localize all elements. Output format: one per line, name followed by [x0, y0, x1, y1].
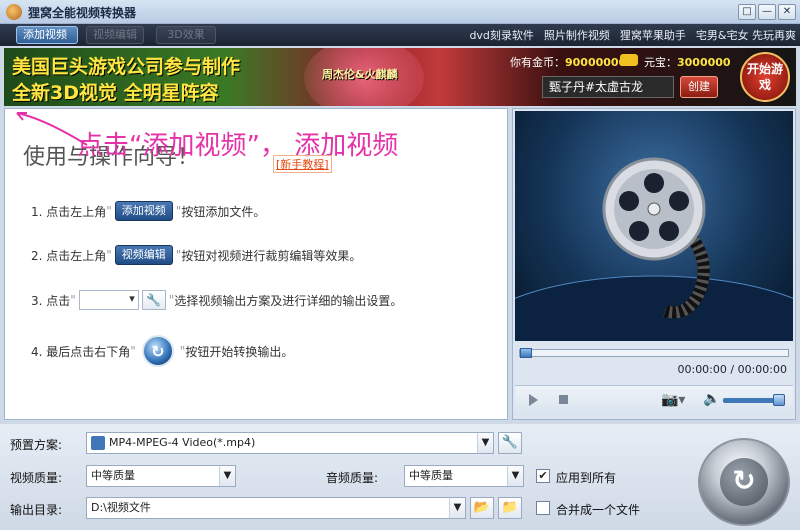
output-dir-value: D:\视频文件 — [91, 501, 151, 514]
guide-step-3: 3. 点击 " 🔧 " 选择视频输出方案及进行详细的输出设置。 — [31, 290, 402, 310]
output-dir-label: 输出目录: — [10, 503, 63, 517]
guide-panel: 使用与操作向导！ 点击“添加视频”， 添加视频 [新手教程] 1. 点击左上角 … — [4, 108, 508, 420]
preview-panel: 00:00:00 / 00:00:00 📷▾ 🔈 — [512, 108, 796, 420]
output-dir-field[interactable]: D:\视频文件 ▼ — [86, 497, 466, 519]
top-links: dvd刻录软件 照片制作视频 狸窝苹果助手 宅男&宅女 先玩再爽 — [469, 27, 796, 43]
step2-text-pre: 2. 点击左上角 — [31, 248, 107, 263]
video-quality-value: 中等质量 — [91, 469, 135, 482]
chevron-down-icon[interactable]: ▼ — [507, 466, 523, 486]
ad-yuanbao: 元宝：3000000 — [644, 54, 731, 70]
format-icon — [91, 436, 105, 450]
volume-icon[interactable]: 🔈 — [703, 391, 720, 407]
gold-label: 你有金币： — [510, 56, 565, 69]
stop-icon[interactable] — [559, 395, 568, 404]
character-name-field[interactable]: 甄子丹#太虚古龙 — [542, 76, 674, 98]
link-dvd-burn[interactable]: dvd刻录软件 — [469, 27, 533, 43]
add-video-button[interactable]: 添加视频 — [16, 26, 78, 44]
step1-text-post: 按钮添加文件。 — [181, 204, 266, 219]
audio-quality-select[interactable]: 中等质量 ▼ — [404, 465, 524, 487]
step3-settings-wrench-icon[interactable]: 🔧 — [141, 290, 166, 310]
step2-edit-video-button[interactable]: 视频编辑 — [114, 245, 173, 265]
link-game[interactable]: 宅男&宅女 先玩再爽 — [696, 27, 796, 43]
restore-button[interactable]: □ — [738, 4, 756, 20]
film-reel-icon — [515, 157, 793, 341]
apply-all-label: 应用到所有 — [556, 471, 617, 485]
start-game-button[interactable]: 开始游戏 — [740, 52, 790, 102]
step1-add-video-button[interactable]: 添加视频 — [114, 201, 173, 221]
convert-arrow-icon: ↻ — [720, 458, 768, 506]
seek-bar[interactable] — [519, 348, 789, 358]
preset-value: MP4-MPEG-4 Video(*.mp4) — [109, 436, 256, 449]
step3-preset-combo[interactable] — [78, 290, 139, 310]
guide-step-4: 4. 最后点击右下角 " ↻ " 按钮开始转换输出。 — [31, 335, 293, 367]
quote-mark: " — [106, 248, 112, 262]
app-logo-icon — [6, 4, 22, 20]
merge-checkbox[interactable] — [536, 501, 550, 515]
guide-step-1: 1. 点击左上角 " 添加视频 " 按钮添加文件。 — [31, 201, 265, 221]
link-photo-video[interactable]: 照片制作视频 — [544, 27, 610, 43]
preview-screen — [515, 111, 793, 341]
video-quality-select[interactable]: 中等质量 ▼ — [86, 465, 236, 487]
preset-label: 预置方案: — [10, 438, 63, 452]
annotation-text: 点击“添加视频”， 添加视频 — [77, 131, 399, 161]
preset-select[interactable]: MP4-MPEG-4 Video(*.mp4) ▼ — [86, 432, 494, 454]
audio-quality-value: 中等质量 — [409, 469, 453, 482]
step2-text-post: 按钮对视频进行裁剪编辑等效果。 — [181, 248, 362, 263]
convert-button[interactable]: ↻ — [698, 438, 790, 526]
step3-text-post: 选择视频输出方案及进行详细的输出设置。 — [174, 293, 403, 308]
guide-step-2: 2. 点击左上角 " 视频编辑 " 按钮对视频进行裁剪编辑等效果。 — [31, 245, 361, 265]
browse-folder-icon[interactable]: 📂 — [470, 497, 494, 519]
step1-text-pre: 1. 点击左上角 — [31, 204, 107, 219]
quote-mark: " — [106, 204, 112, 218]
quote-mark: " — [130, 344, 136, 358]
snapshot-camera-icon[interactable]: 📷▾ — [661, 392, 685, 408]
chevron-down-icon[interactable]: ▼ — [449, 498, 465, 518]
step4-convert-icon[interactable]: ↻ — [141, 335, 174, 367]
chevron-down-icon[interactable]: ▼ — [219, 466, 235, 486]
close-button[interactable]: ✕ — [778, 4, 796, 20]
yuanbao-label: 元宝： — [644, 56, 677, 69]
ad-banner[interactable]: 美国巨头游戏公司参与制作 全新3D视觉 全明星阵容 周杰伦&火麒麟 你有金币：9… — [4, 48, 796, 106]
seek-knob[interactable] — [520, 348, 532, 358]
ad-gold: 你有金币：90000000 — [510, 54, 626, 70]
audio-quality-label: 音频质量: — [326, 471, 379, 485]
app-title: 狸窝全能视频转换器 — [28, 6, 137, 20]
video-quality-label: 视频质量: — [10, 471, 63, 485]
step4-text-pre: 4. 最后点击右下角 — [31, 344, 131, 359]
title-bar: 狸窝全能视频转换器 □ — ✕ — [0, 0, 800, 24]
playback-controls: 📷▾ 🔈 — [515, 385, 793, 415]
create-character-button[interactable]: 创建 — [680, 76, 718, 98]
yuanbao-value: 3000000 — [677, 56, 731, 69]
toolbar: 添加视频 视频编辑 3D效果 dvd刻录软件 照片制作视频 狸窝苹果助手 宅男&… — [0, 24, 800, 46]
minimize-button[interactable]: — — [758, 4, 776, 20]
step3-text-pre: 3. 点击 — [31, 293, 71, 308]
volume-knob[interactable] — [773, 394, 785, 406]
effect-3d-button[interactable]: 3D效果 — [156, 26, 216, 44]
preset-settings-wrench-icon[interactable]: 🔧 — [498, 432, 522, 454]
timecode: 00:00:00 / 00:00:00 — [677, 363, 787, 376]
merge-label: 合并成一个文件 — [556, 503, 641, 517]
gold-value: 90000000 — [565, 56, 627, 69]
gold-ingot-icon — [620, 54, 638, 66]
play-icon[interactable] — [529, 394, 538, 406]
quote-mark: " — [70, 293, 76, 307]
ad-headline: 美国巨头游戏公司参与制作 — [12, 56, 241, 78]
edit-video-button[interactable]: 视频编辑 — [86, 26, 144, 44]
tutorial-link[interactable]: [新手教程] — [273, 155, 332, 173]
step4-text-post: 按钮开始转换输出。 — [185, 344, 294, 359]
apply-all-checkbox[interactable]: ✔ — [536, 469, 550, 483]
ad-subheadline: 全新3D视觉 全明星阵容 — [12, 82, 219, 104]
link-apple-helper[interactable]: 狸窝苹果助手 — [620, 27, 686, 43]
chevron-down-icon[interactable]: ▼ — [477, 433, 493, 453]
ad-stars: 周杰伦&火麒麟 — [322, 68, 398, 81]
open-folder-icon[interactable]: 📁 — [498, 497, 522, 519]
